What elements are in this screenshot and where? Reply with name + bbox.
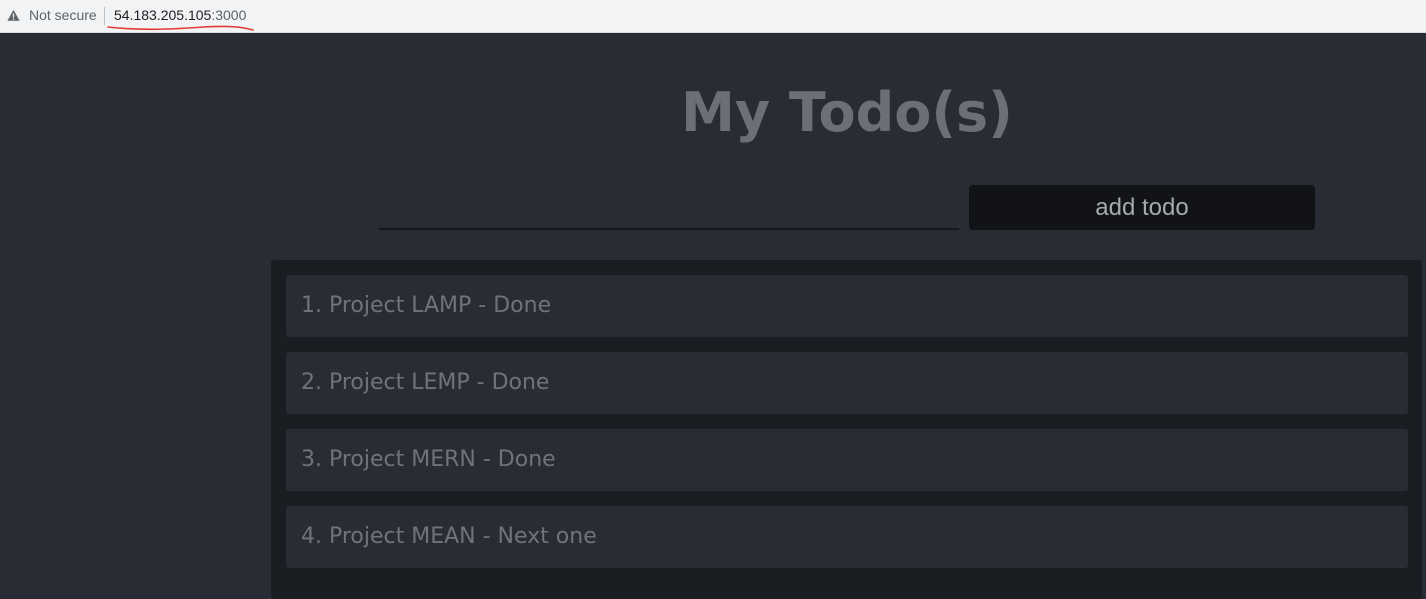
- todo-app: My Todo(s) add todo 1. Project LAMP - Do…: [0, 34, 1426, 599]
- todo-list: 1. Project LAMP - Done 2. Project LEMP -…: [271, 260, 1422, 599]
- page-title: My Todo(s): [681, 81, 1013, 144]
- warning-icon[interactable]: [7, 9, 20, 22]
- todo-input[interactable]: [379, 190, 959, 230]
- security-status-label[interactable]: Not secure: [29, 7, 97, 23]
- todo-item[interactable]: 3. Project MERN - Done: [286, 429, 1408, 491]
- todo-item[interactable]: 2. Project LEMP - Done: [286, 352, 1408, 414]
- add-todo-button[interactable]: add todo: [969, 185, 1315, 230]
- red-underline-annotation: [107, 25, 254, 31]
- browser-address-bar[interactable]: Not secure 54.183.205.105:3000: [0, 0, 1426, 33]
- url-port: :3000: [211, 7, 247, 23]
- url-host: 54.183.205.105: [114, 7, 212, 23]
- url-text[interactable]: 54.183.205.105:3000: [114, 7, 246, 23]
- todo-item[interactable]: 4. Project MEAN - Next one: [286, 506, 1408, 568]
- todo-item[interactable]: 1. Project LAMP - Done: [286, 275, 1408, 337]
